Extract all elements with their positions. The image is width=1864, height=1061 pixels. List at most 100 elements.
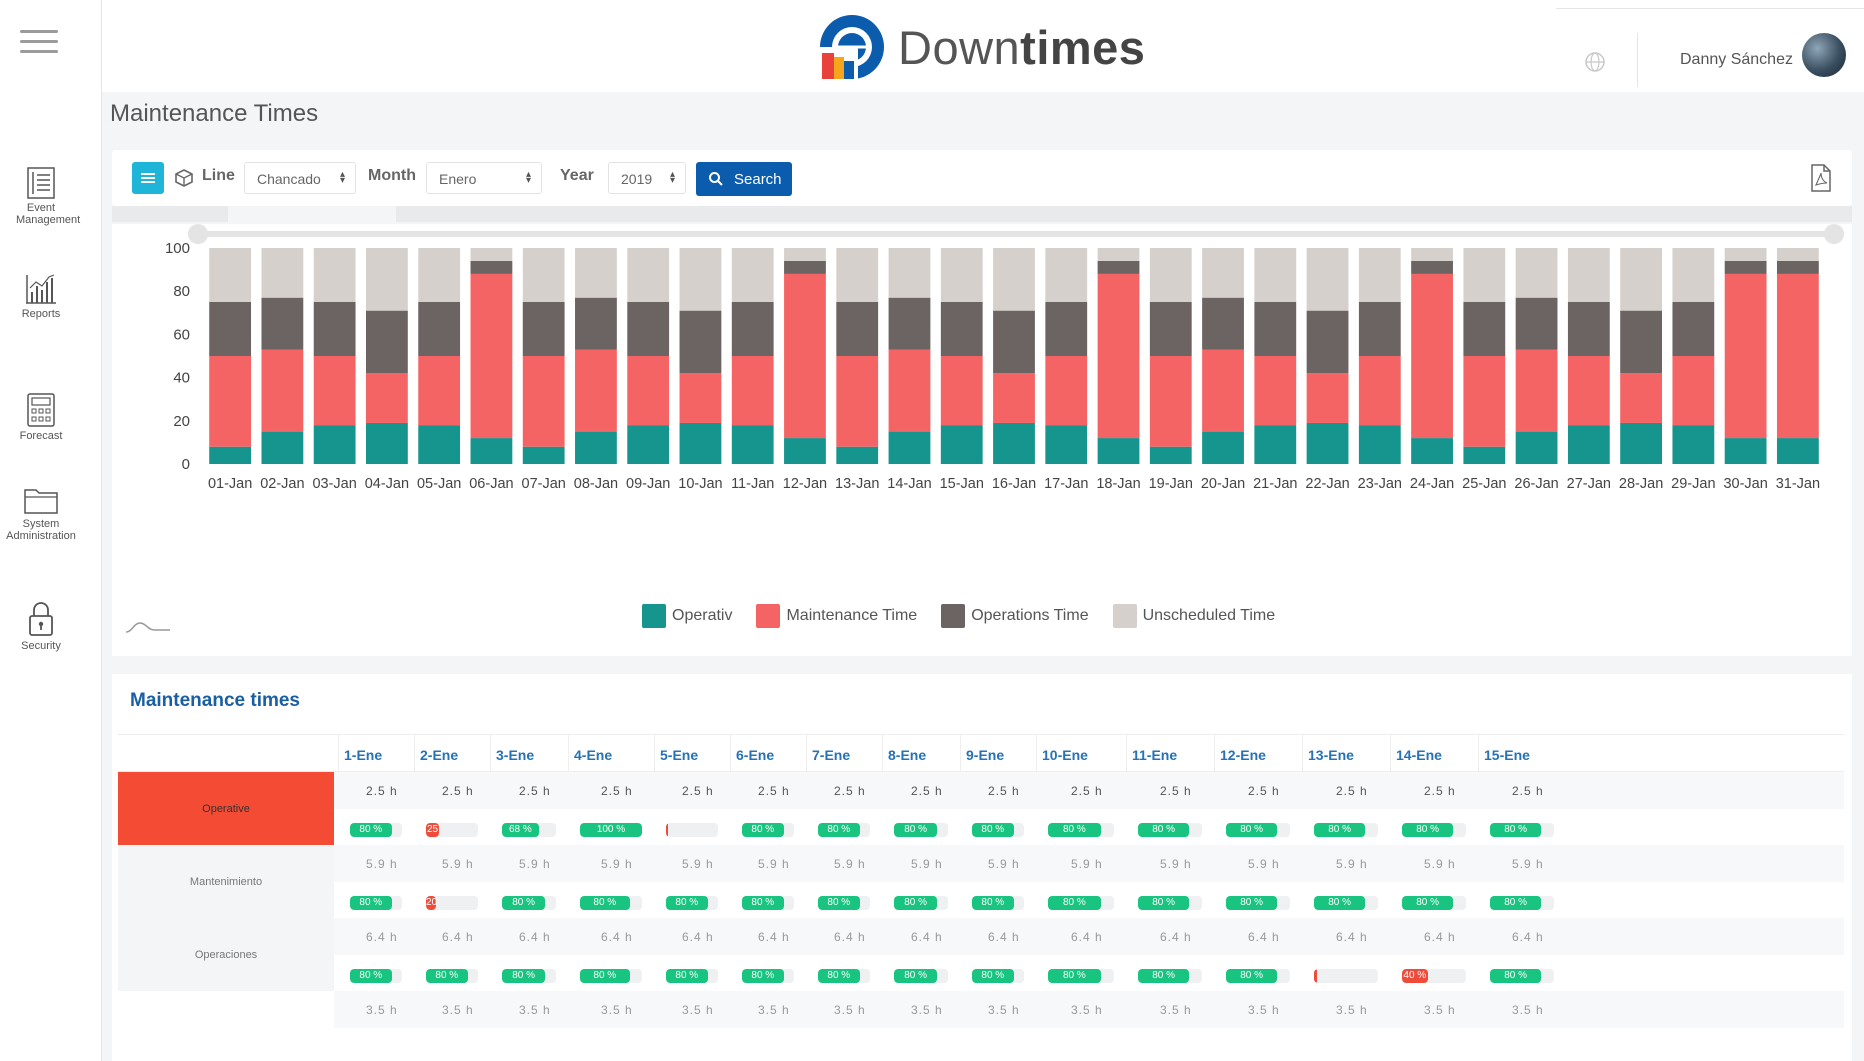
bar-segment[interactable] bbox=[1567, 302, 1610, 356]
bar-segment[interactable] bbox=[940, 302, 983, 356]
bar-segment[interactable] bbox=[1672, 425, 1715, 464]
pdf-export-icon[interactable] bbox=[1810, 164, 1832, 192]
bar-segment[interactable] bbox=[418, 356, 461, 426]
bar-segment[interactable] bbox=[1254, 302, 1297, 356]
bar-segment[interactable] bbox=[993, 373, 1035, 423]
bar-segment[interactable] bbox=[470, 273, 513, 439]
bar-segment[interactable] bbox=[940, 425, 983, 464]
bar-segment[interactable] bbox=[1149, 356, 1192, 447]
bar-segment[interactable] bbox=[679, 310, 722, 374]
globe-icon[interactable] bbox=[1584, 51, 1606, 73]
sidebar-item-system-administration[interactable]: System Administration bbox=[0, 484, 82, 542]
bar-segment[interactable] bbox=[1358, 425, 1401, 464]
column-header[interactable]: 1-Ene bbox=[344, 747, 382, 763]
bar-segment[interactable] bbox=[1567, 248, 1610, 302]
bar-segment[interactable] bbox=[1411, 273, 1453, 439]
bar-segment[interactable] bbox=[993, 422, 1035, 464]
bar-segment[interactable] bbox=[627, 302, 670, 356]
column-header[interactable]: 8-Ene bbox=[888, 747, 926, 763]
bar-segment[interactable] bbox=[261, 431, 304, 464]
bar-segment[interactable] bbox=[1202, 431, 1244, 464]
column-header[interactable]: 14-Ene bbox=[1396, 747, 1442, 763]
bar-segment[interactable] bbox=[679, 373, 722, 423]
app-logo[interactable]: Downtimes bbox=[818, 12, 1145, 82]
bar-segment[interactable] bbox=[627, 425, 670, 464]
bar-segment[interactable] bbox=[1463, 356, 1506, 447]
column-header[interactable]: 15-Ene bbox=[1484, 747, 1530, 763]
bar-segment[interactable] bbox=[1202, 349, 1244, 432]
column-header[interactable]: 13-Ene bbox=[1308, 747, 1354, 763]
bar-segment[interactable] bbox=[731, 425, 774, 464]
user-name[interactable]: Danny Sánchez bbox=[1680, 51, 1793, 69]
bar-segment[interactable] bbox=[1149, 302, 1192, 356]
bar-segment[interactable] bbox=[1463, 248, 1506, 302]
bar-segment[interactable] bbox=[261, 349, 304, 432]
legend-item-maintenance[interactable]: Maintenance Time bbox=[756, 604, 917, 628]
bar-segment[interactable] bbox=[1254, 356, 1297, 426]
bar-segment[interactable] bbox=[679, 248, 722, 311]
bar-segment[interactable] bbox=[209, 302, 252, 356]
bar-segment[interactable] bbox=[1097, 273, 1140, 439]
bar-segment[interactable] bbox=[522, 248, 565, 302]
sidebar-item-security[interactable]: Security bbox=[0, 600, 82, 652]
year-select[interactable]: 2019 ▴ ▾ bbox=[608, 162, 686, 194]
column-header[interactable]: 6-Ene bbox=[736, 747, 774, 763]
legend-item-operations[interactable]: Operations Time bbox=[941, 604, 1089, 628]
trend-line-icon[interactable] bbox=[124, 618, 172, 636]
bar-segment[interactable] bbox=[1620, 422, 1662, 464]
bar-segment[interactable] bbox=[1620, 373, 1662, 423]
bar-segment[interactable] bbox=[575, 431, 617, 464]
bar-segment[interactable] bbox=[418, 302, 461, 356]
bar-segment[interactable] bbox=[679, 422, 722, 464]
bar-segment[interactable] bbox=[1567, 425, 1610, 464]
zoom-slider-handle-right[interactable] bbox=[1824, 224, 1844, 244]
bar-segment[interactable] bbox=[1097, 260, 1140, 274]
bar-segment[interactable] bbox=[940, 356, 983, 426]
bar-segment[interactable] bbox=[1358, 248, 1401, 302]
bar-segment[interactable] bbox=[1358, 356, 1401, 426]
bar-segment[interactable] bbox=[575, 297, 617, 350]
bar-segment[interactable] bbox=[1045, 356, 1088, 426]
bar-segment[interactable] bbox=[731, 248, 774, 302]
bar-segment[interactable] bbox=[993, 310, 1035, 374]
bar-segment[interactable] bbox=[1149, 248, 1192, 302]
bar-segment[interactable] bbox=[366, 310, 408, 374]
bar-segment[interactable] bbox=[836, 302, 879, 356]
bar-segment[interactable] bbox=[1306, 422, 1349, 464]
bar-segment[interactable] bbox=[1306, 310, 1349, 374]
bar-segment[interactable] bbox=[1045, 425, 1088, 464]
bar-segment[interactable] bbox=[1358, 302, 1401, 356]
bar-segment[interactable] bbox=[575, 248, 617, 298]
bar-segment[interactable] bbox=[1411, 260, 1453, 274]
bar-segment[interactable] bbox=[261, 297, 304, 350]
bar-segment[interactable] bbox=[731, 356, 774, 426]
bar-segment[interactable] bbox=[731, 302, 774, 356]
column-header[interactable]: 4-Ene bbox=[574, 747, 612, 763]
bar-segment[interactable] bbox=[1463, 446, 1506, 464]
bar-segment[interactable] bbox=[836, 248, 879, 302]
zoom-slider-handle-left[interactable] bbox=[188, 224, 208, 244]
bar-segment[interactable] bbox=[1254, 425, 1297, 464]
sidebar-item-reports[interactable]: Reports bbox=[0, 272, 82, 320]
bar-segment[interactable] bbox=[1724, 260, 1767, 274]
search-button[interactable]: Search bbox=[696, 162, 792, 196]
legend-item-unscheduled[interactable]: Unscheduled Time bbox=[1112, 604, 1275, 628]
bar-segment[interactable] bbox=[1776, 273, 1819, 439]
bar-segment[interactable] bbox=[1620, 310, 1662, 374]
bar-segment[interactable] bbox=[627, 248, 670, 302]
bar-segment[interactable] bbox=[575, 349, 617, 432]
bar-segment[interactable] bbox=[1672, 356, 1715, 426]
bar-segment[interactable] bbox=[1045, 302, 1088, 356]
bar-segment[interactable] bbox=[1411, 248, 1453, 261]
bar-segment[interactable] bbox=[1045, 248, 1088, 302]
bar-segment[interactable] bbox=[470, 260, 513, 274]
bar-segment[interactable] bbox=[418, 248, 461, 302]
column-header[interactable]: 3-Ene bbox=[496, 747, 534, 763]
bar-segment[interactable] bbox=[313, 425, 356, 464]
bar-segment[interactable] bbox=[418, 425, 461, 464]
list-toggle-button[interactable] bbox=[132, 162, 164, 194]
bar-segment[interactable] bbox=[888, 431, 931, 464]
bar-segment[interactable] bbox=[1672, 302, 1715, 356]
bar-segment[interactable] bbox=[940, 248, 983, 302]
column-header[interactable]: 5-Ene bbox=[660, 747, 698, 763]
